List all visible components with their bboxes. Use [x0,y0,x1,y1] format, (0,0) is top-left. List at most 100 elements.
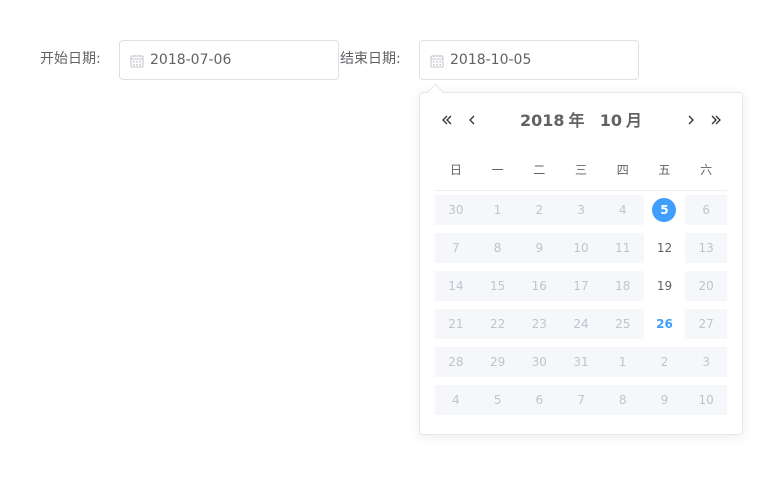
calendar-day-cell[interactable]: 8 [601,385,644,415]
calendar-icon [430,53,444,68]
day-number: 30 [448,203,464,217]
calendar-day-cell[interactable]: 25 [601,309,644,339]
day-number: 26 [656,317,673,331]
calendar-week-row: 30 1 2 3 4 5 6 [435,195,728,225]
calendar-day-cell[interactable]: 8 [476,233,519,263]
calendar-day-cell[interactable]: 18 [601,271,644,301]
calendar-day-cell[interactable]: 9 [643,385,686,415]
calendar-day-cell[interactable]: 30 [518,347,561,377]
weekday-label: 二 [533,163,546,177]
day-number: 6 [702,203,710,217]
day-number: 9 [535,241,544,255]
calendar-day-cell[interactable]: 21 [435,309,477,339]
calendar-day-cell[interactable]: 23 [518,309,561,339]
start-date-label: 开始日期: [40,51,101,67]
end-date-input[interactable]: 2018-10-05 [419,40,639,80]
day-number: 13 [698,241,714,255]
day-number: 30 [531,355,547,369]
calendar-day-cell[interactable]: 10 [685,385,728,415]
divider [435,190,727,191]
calendar-day-cell[interactable]: 24 [560,309,602,339]
day-number: 4 [618,203,627,217]
calendar-day-cell[interactable]: 15 [476,271,519,301]
year-label[interactable]: 2018 [520,111,565,130]
day-number: 7 [452,241,460,255]
calendar-week-row: 4 5 6 7 8 9 10 [435,385,728,415]
calendar-day-cell[interactable]: 27 [685,309,728,339]
calendar-day-cell-today[interactable]: 26 [643,309,686,339]
day-number: 20 [698,279,714,293]
month-label[interactable]: 10 [600,111,622,130]
end-date-label: 结束日期: [340,51,401,67]
calendar-day-cell[interactable]: 13 [685,233,728,263]
weekday-label: 四 [616,163,629,177]
calendar-day-cell[interactable]: 28 [435,347,477,377]
calendar-day-cell[interactable]: 10 [560,233,602,263]
calendar-day-cell[interactable]: 1 [601,347,644,377]
day-number: 29 [489,355,506,369]
day-number: 10 [573,241,589,255]
calendar-day-cell[interactable]: 17 [560,271,602,301]
start-date-input[interactable]: 2018-07-06 [119,40,339,80]
day-number: 10 [698,393,714,407]
calendar-day-cell[interactable]: 30 [435,195,477,225]
calendar-day-cell[interactable]: 31 [560,347,602,377]
calendar-day-cell[interactable]: 12 [643,233,686,263]
day-number: 31 [573,355,589,369]
calendar-day-cell[interactable]: 5 [476,385,519,415]
calendar-day-cell[interactable]: 19 [643,271,686,301]
chevron-right-icon [682,111,700,129]
calendar-day-cell[interactable]: 4 [435,385,477,415]
day-number: 15 [489,279,506,293]
calendar-day-cell[interactable]: 20 [685,271,728,301]
end-date-value: 2018-10-05 [450,52,532,68]
double-chevron-right-icon [707,111,725,129]
day-number: 24 [573,317,589,331]
calendar-day-cell[interactable]: 4 [601,195,644,225]
day-number: 21 [448,317,464,331]
weekday-label: 六 [700,163,713,177]
calendar-day-cell[interactable]: 16 [518,271,561,301]
calendar-day-cell[interactable]: 2 [643,347,686,377]
calendar-day-cell[interactable]: 1 [476,195,519,225]
day-number: 6 [535,393,544,407]
calendar-day-cell[interactable]: 9 [518,233,561,263]
calendar-day-cell[interactable]: 3 [685,347,728,377]
calendar-day-cell[interactable]: 7 [560,385,602,415]
next-month-button[interactable] [682,111,700,129]
date-picker-panel: 2018 年 10 月 日 一 二 三 四 五 六 30 1 2 3 4 5 6… [419,92,743,435]
year-unit[interactable]: 年 [569,111,585,130]
day-number: 19 [656,279,673,293]
calendar-day-cell[interactable]: 6 [518,385,561,415]
day-number: 5 [493,393,502,407]
weekday-header: 日 一 二 三 四 五 六 [435,160,727,180]
calendar-day-cell[interactable]: 29 [476,347,519,377]
calendar-day-cell[interactable]: 14 [435,271,477,301]
month-unit[interactable]: 月 [626,111,642,130]
next-year-button[interactable] [707,111,725,129]
day-number: 8 [618,393,627,407]
day-number: 4 [452,393,460,407]
calendar-day-cell[interactable]: 11 [601,233,644,263]
day-number: 1 [493,203,502,217]
calendar-day-cell-selected[interactable]: 5 [643,195,686,225]
calendar-day-cell[interactable]: 6 [685,195,728,225]
calendar-day-cell[interactable]: 7 [435,233,477,263]
calendar-week-row: 28 29 30 31 1 2 3 [435,347,728,377]
weekday-label: 日 [449,163,462,177]
calendar-day-cell[interactable]: 2 [518,195,561,225]
day-number: 14 [448,279,464,293]
day-number: 11 [615,241,631,255]
calendar-icon [130,53,144,68]
calendar-week-row: 21 22 23 24 25 26 27 [435,309,728,339]
day-number: 5 [652,198,677,222]
calendar-day-cell[interactable]: 3 [560,195,602,225]
calendar-week-row: 14 15 16 17 18 19 20 [435,271,728,301]
day-number: 3 [577,203,585,217]
day-number: 23 [531,317,547,331]
weekday-label: 一 [491,163,504,177]
calendar-day-cell[interactable]: 22 [476,309,519,339]
day-number: 16 [531,279,547,293]
day-number: 3 [702,355,710,369]
weekday-label: 五 [658,163,671,177]
